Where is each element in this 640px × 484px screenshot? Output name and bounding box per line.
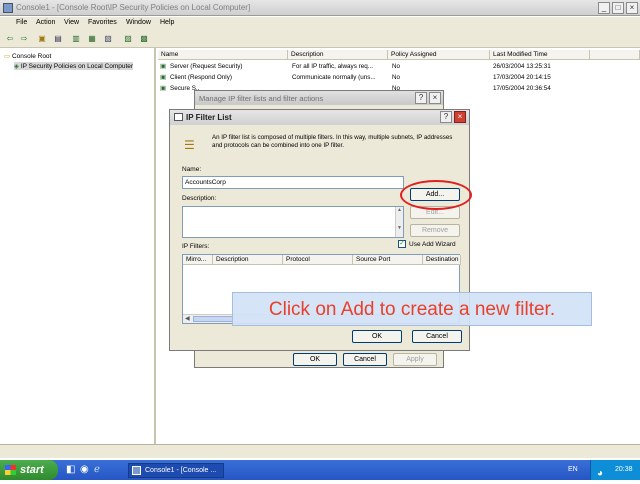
column-header-name[interactable]: Name (158, 50, 288, 60)
start-label: start (20, 464, 44, 476)
filter-column-mirrored[interactable]: Mirro... (183, 255, 213, 265)
manage-filters-cancel-button[interactable]: Cancel (343, 353, 387, 366)
ip-filters-label: IP Filters: (182, 243, 210, 250)
tree-pane: ▭ Console Root ◈ IP Security Policies on… (0, 48, 156, 444)
manage-filters-apply-button[interactable]: Apply (393, 353, 437, 366)
manage-filters-icon[interactable]: ▨ (122, 33, 134, 45)
network-icon[interactable]: ◕ (597, 464, 603, 484)
filter-list-icon: ☰ (184, 138, 195, 152)
description-field[interactable] (182, 206, 404, 238)
menu-file[interactable]: File (16, 19, 27, 26)
close-button[interactable]: × (626, 2, 638, 14)
shield-icon: ◈ (14, 63, 19, 70)
taskbar-console-button[interactable]: Console1 - [Console ... (128, 463, 224, 478)
column-header-policy-assigned[interactable]: Policy Assigned (388, 50, 490, 60)
menu-help[interactable]: Help (160, 19, 174, 26)
menu-window[interactable]: Window (126, 19, 151, 26)
description-scrollbar[interactable]: ▲ ▼ (395, 207, 403, 237)
taskbar-console-label: Console1 - [Console ... (145, 467, 217, 474)
taskbar: ◧ ◉ ℯ (0, 460, 640, 480)
back-icon[interactable]: ⇦ (4, 33, 16, 45)
menu-favorites[interactable]: Favorites (88, 19, 117, 26)
minimize-button[interactable]: _ (598, 2, 610, 14)
menu-bar: File Action View Favorites Window Help (0, 17, 640, 31)
up-folder-icon[interactable]: ▣ (36, 33, 48, 45)
console-icon (3, 3, 13, 13)
row-assigned: No (392, 74, 401, 81)
tree-item-console-root[interactable]: ▭ Console Root (4, 52, 51, 60)
name-label: Name: (182, 166, 202, 173)
start-button[interactable]: start (0, 460, 58, 480)
dialog-icon (174, 113, 183, 121)
scroll-left-icon[interactable]: ◀ (185, 315, 190, 322)
policy-icon: ▣ (160, 74, 166, 81)
scroll-thumb[interactable] (193, 316, 233, 322)
row-modified: 17/03/2004 20:14:15 (493, 74, 551, 81)
row-assigned: No (392, 63, 401, 70)
system-tray: ◕ 20:38 (590, 460, 640, 480)
tree-item-ip-security[interactable]: ◈ IP Security Policies on Local Computer (14, 62, 134, 70)
dialog-cancel-button[interactable]: Cancel (412, 330, 462, 343)
filter-column-destination[interactable]: Destination (423, 255, 461, 265)
instruction-callout: Click on Add to create a new filter. (232, 292, 592, 326)
manage-filters-close-button[interactable]: × (429, 92, 441, 104)
dialog-title: IP Filter List (186, 113, 232, 122)
row-name: Client (Respond Only) (170, 74, 232, 81)
properties-icon[interactable]: ▦ (86, 33, 98, 45)
column-header-last-modified[interactable]: Last Modified Time (490, 50, 590, 60)
dialog-help-button[interactable]: ? (440, 111, 452, 123)
window-title: Console1 - [Console Root\IP Security Pol… (16, 3, 251, 12)
column-header-blank (590, 50, 640, 60)
filter-column-source-port[interactable]: Source Port (353, 255, 423, 265)
export-icon[interactable]: ▥ (70, 33, 82, 45)
manage-filters-title: Manage IP filter lists and filter action… (199, 94, 324, 103)
show-tree-icon[interactable]: ▤ (52, 33, 64, 45)
folder-icon: ▭ (4, 53, 11, 60)
media-player-icon[interactable]: ◉ (80, 464, 89, 475)
tree-item-label: Console Root (11, 53, 52, 60)
row-description: For all IP traffic, always req... (292, 63, 373, 70)
dialog-intro: An IP filter list is composed of multipl… (212, 134, 453, 149)
menu-view[interactable]: View (64, 19, 79, 26)
row-modified: 26/03/2004 13:25:31 (493, 63, 551, 70)
row-name: Server (Request Security) (170, 63, 243, 70)
use-add-wizard-label: Use Add Wizard (409, 241, 456, 248)
maximize-button[interactable]: □ (612, 2, 624, 14)
policy-icon: ▣ (160, 85, 166, 92)
add-policy-icon[interactable]: ▩ (138, 33, 150, 45)
manage-filters-ok-button[interactable]: OK (293, 353, 337, 366)
dialog-close-button[interactable]: × (454, 111, 466, 123)
policy-icon: ▣ (160, 63, 166, 70)
use-add-wizard-checkbox[interactable]: ✓ (398, 240, 406, 248)
manage-filters-titlebar: Manage IP filter lists and filter action… (195, 91, 443, 105)
status-bar (0, 444, 640, 458)
dialog-ok-button[interactable]: OK (352, 330, 402, 343)
filter-column-description[interactable]: Description (213, 255, 283, 265)
column-header-description[interactable]: Description (288, 50, 388, 60)
remove-button[interactable]: Remove (410, 224, 460, 237)
add-highlight-circle (400, 180, 472, 210)
ip-filter-list-titlebar: IP Filter List ? × (170, 110, 469, 125)
description-label: Description: (182, 195, 217, 202)
window-titlebar: Console1 - [Console Root\IP Security Pol… (0, 0, 640, 16)
row-modified: 17/05/2004 20:36:54 (493, 85, 551, 92)
clock: 20:38 (615, 466, 633, 473)
browser-icon[interactable]: ℯ (94, 464, 100, 475)
windows-flag-icon (5, 465, 16, 475)
filter-column-protocol[interactable]: Protocol (283, 255, 353, 265)
name-field[interactable]: AccountsCorp (182, 176, 404, 189)
tree-item-label: IP Security Policies on Local Computer (20, 63, 134, 70)
row-description: Communicate normally (uns... (292, 74, 376, 81)
toolbar: ⇦ ⇨ ▣ ▤ ▥ ▦ ▧ ▨ ▩ (0, 31, 640, 48)
menu-action[interactable]: Action (36, 19, 55, 26)
help-icon[interactable]: ▧ (102, 33, 114, 45)
show-desktop-icon[interactable]: ◧ (66, 464, 75, 475)
language-indicator[interactable]: EN (568, 466, 578, 473)
forward-icon[interactable]: ⇨ (18, 33, 30, 45)
console-task-icon (132, 466, 141, 475)
manage-filters-help-button[interactable]: ? (415, 92, 427, 104)
